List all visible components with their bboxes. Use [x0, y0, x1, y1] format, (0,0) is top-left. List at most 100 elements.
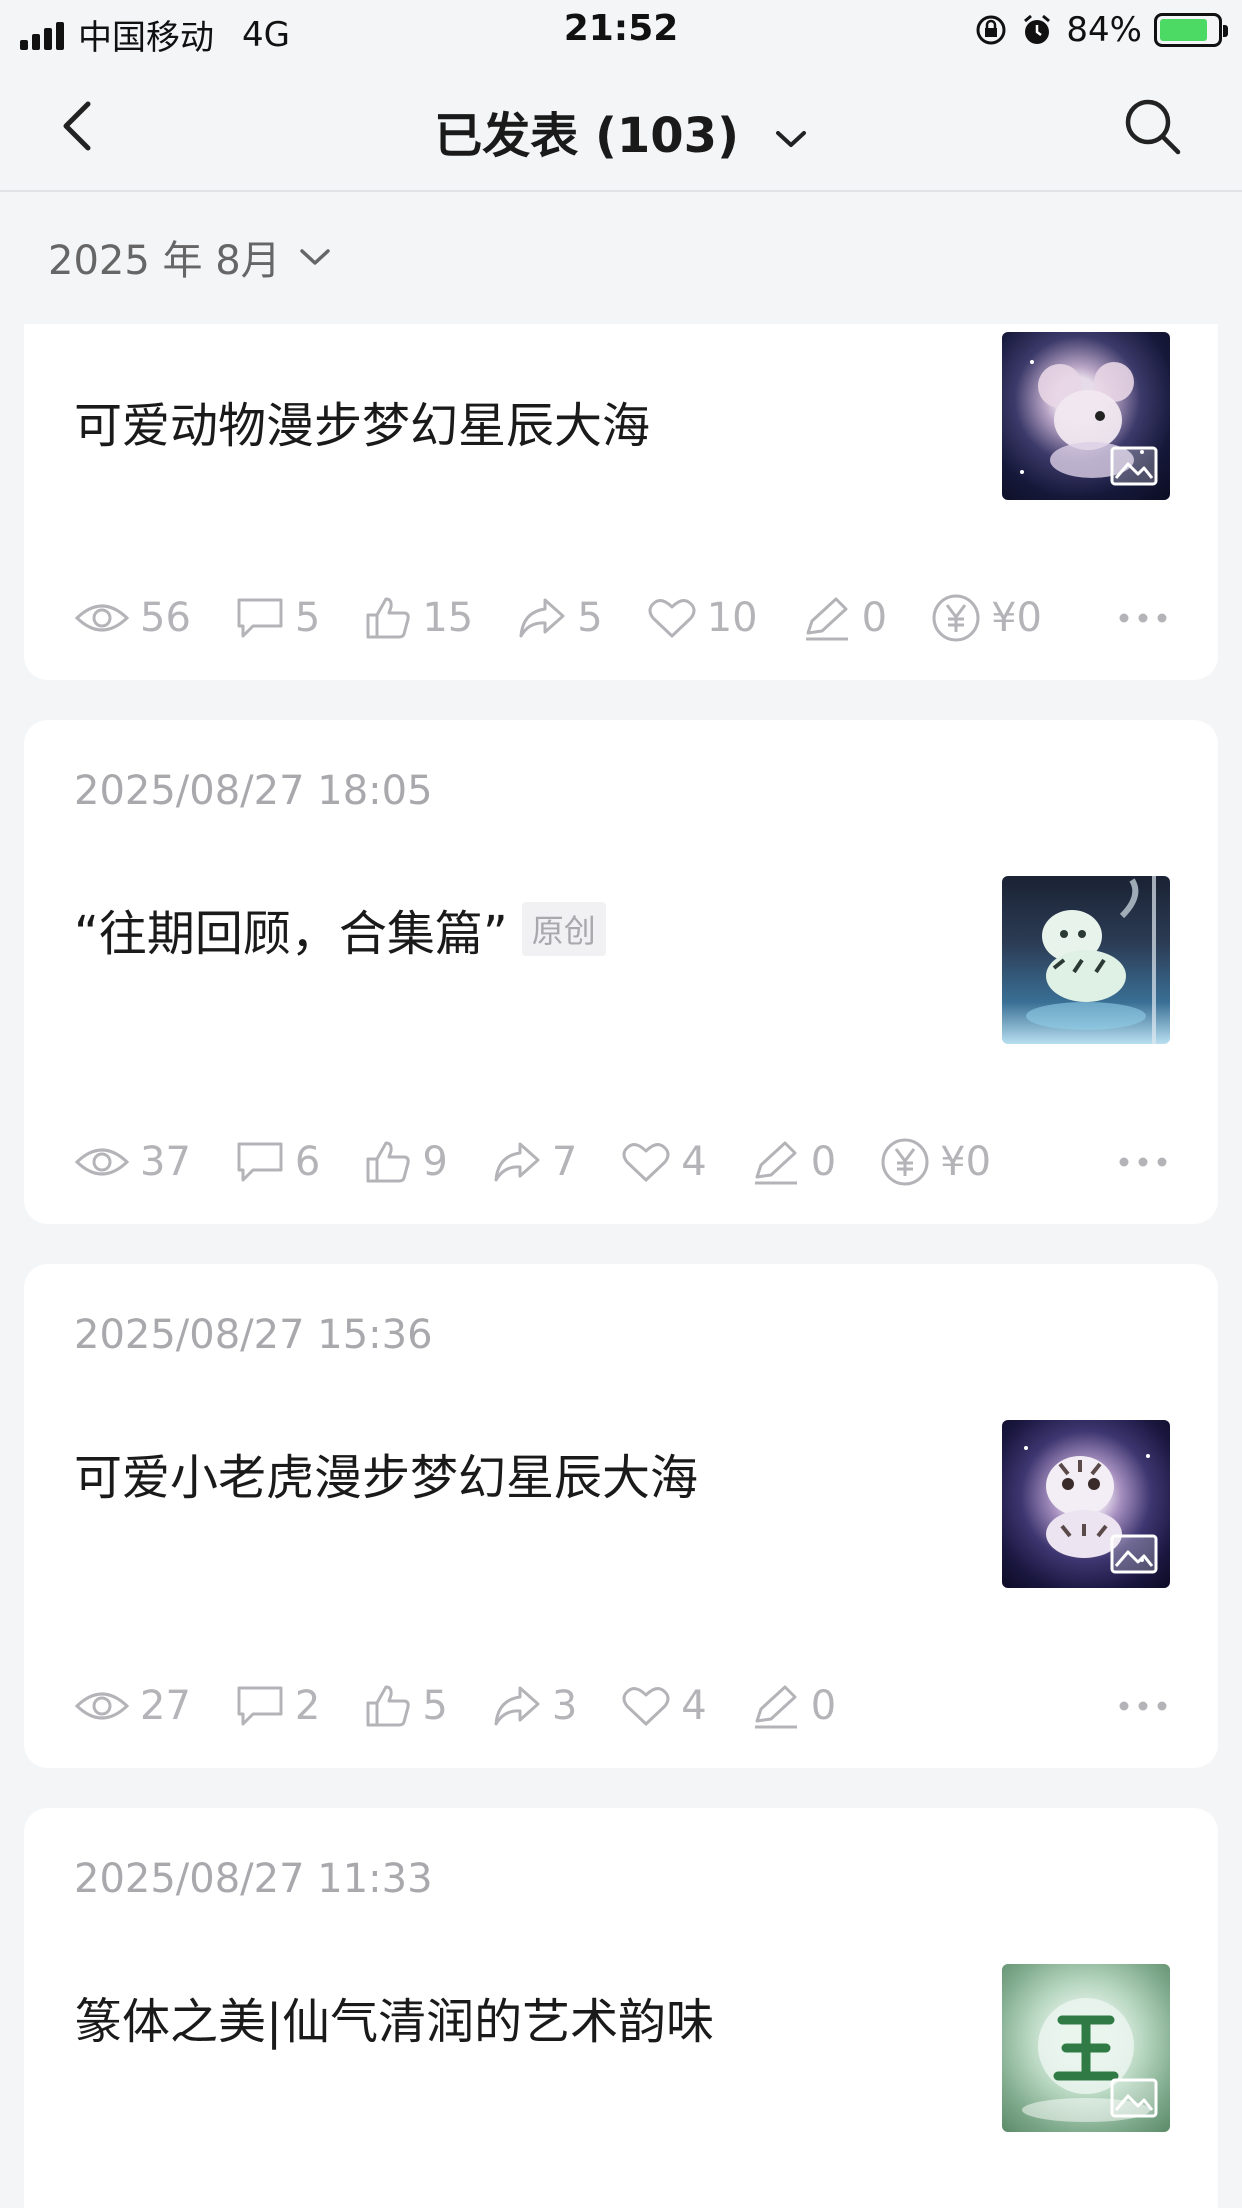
views-stat: 37 — [74, 1139, 191, 1185]
image-badge-icon — [1110, 2078, 1158, 2118]
yuan-coin-icon — [931, 593, 981, 643]
views-stat: 56 — [74, 595, 191, 641]
edits-stat[interactable]: 0 — [802, 595, 887, 641]
likes-stat[interactable]: 9 — [364, 1139, 448, 1185]
likes-stat[interactable]: 15 — [364, 595, 473, 641]
edits-stat[interactable]: 0 — [751, 1139, 836, 1185]
tiger-illustration — [1026, 876, 1156, 1044]
chevron-down-icon — [299, 249, 330, 265]
edits-stat[interactable]: 0 — [751, 1683, 836, 1729]
earnings-amount: ¥0 — [940, 1139, 992, 1185]
likes-count: 9 — [422, 1139, 448, 1185]
article-card[interactable]: 2025/08/27 15:36 可爱小老虎漫步梦幻星辰大海 27 2 5 3 … — [24, 1264, 1218, 1768]
favorites-count: 4 — [681, 1139, 707, 1185]
comments-count: 6 — [294, 1139, 321, 1185]
heart-icon — [621, 1140, 671, 1184]
image-badge-icon — [1110, 1534, 1158, 1574]
edits-count: 0 — [810, 1139, 837, 1185]
article-stats: 56 5 15 5 10 0 ¥0 — [74, 588, 1168, 648]
shares-stat[interactable]: 5 — [517, 595, 603, 641]
views-count: 37 — [140, 1139, 191, 1185]
pen-icon — [751, 1683, 801, 1729]
rotation-lock-icon — [976, 15, 1006, 45]
battery-percent: 84% — [1066, 10, 1142, 50]
shares-stat[interactable]: 3 — [492, 1683, 577, 1729]
eye-icon — [74, 1142, 130, 1182]
article-thumbnail[interactable] — [1002, 332, 1170, 500]
comments-stat[interactable]: 2 — [235, 1683, 320, 1729]
share-icon — [517, 596, 567, 640]
article-title[interactable]: 可爱动物漫步梦幻星辰大海 — [74, 386, 650, 456]
views-stat: 27 — [74, 1683, 191, 1729]
article-date: 2025/08/27 18:05 — [74, 768, 433, 814]
comments-stat[interactable]: 5 — [235, 595, 320, 641]
views-count: 27 — [140, 1683, 191, 1729]
pen-icon — [802, 595, 852, 641]
more-icon[interactable] — [1118, 1700, 1168, 1712]
article-thumbnail[interactable] — [1002, 1420, 1170, 1588]
shares-count: 5 — [577, 595, 603, 641]
chevron-down-icon — [775, 131, 806, 147]
comment-icon — [235, 596, 285, 640]
article-title-text: 篆体之美|仙气清润的艺术韵味 — [74, 1994, 715, 2050]
comments-stat[interactable]: 6 — [235, 1139, 320, 1185]
comment-icon — [235, 1140, 285, 1184]
more-icon[interactable] — [1118, 612, 1168, 624]
article-stats: 37 6 9 7 4 0 ¥0 — [74, 1132, 1168, 1192]
yuan-coin-icon — [880, 1137, 930, 1187]
earnings-stat[interactable]: ¥0 — [880, 1137, 991, 1187]
nav-title-text: 已发表 (103) — [434, 108, 740, 164]
comments-count: 5 — [294, 595, 321, 641]
comment-icon — [235, 1684, 285, 1728]
edits-count: 0 — [810, 1683, 837, 1729]
favorites-count: 4 — [681, 1683, 707, 1729]
thumbs-up-icon — [364, 1683, 412, 1729]
shares-stat[interactable]: 7 — [492, 1139, 577, 1185]
edits-count: 0 — [861, 595, 888, 641]
nav-bar: 已发表 (103) — [0, 62, 1242, 192]
eye-icon — [74, 1686, 130, 1726]
article-card[interactable]: 可爱动物漫步梦幻星辰大海 56 5 15 5 10 0 ¥0 — [24, 324, 1218, 680]
pen-icon — [751, 1139, 801, 1185]
article-title[interactable]: 篆体之美|仙气清润的艺术韵味 — [74, 1982, 714, 2052]
article-card[interactable]: 2025/08/27 18:05 “往期回顾，合集篇” 原创 37 6 9 7 … — [24, 720, 1218, 1224]
favorites-stat[interactable]: 10 — [647, 595, 758, 641]
article-title[interactable]: “往期回顾，合集篇” 原创 — [74, 894, 606, 964]
earnings-amount: ¥0 — [991, 595, 1042, 641]
article-title[interactable]: 可爱小老虎漫步梦幻星辰大海 — [74, 1438, 698, 1508]
article-date: 2025/08/27 11:33 — [74, 1856, 433, 1902]
favorites-stat[interactable]: 4 — [621, 1139, 707, 1185]
favorites-count: 10 — [706, 595, 758, 641]
likes-stat[interactable]: 5 — [364, 1683, 448, 1729]
article-stats: 27 2 5 3 4 0 — [74, 1676, 1168, 1736]
earnings-stat[interactable]: ¥0 — [931, 593, 1042, 643]
status-bar: 中国移动 4G 21:52 84% — [0, 0, 1242, 62]
article-title-text: 可爱小老虎漫步梦幻星辰大海 — [74, 1450, 699, 1506]
image-badge-icon — [1110, 446, 1158, 486]
shares-count: 7 — [551, 1139, 578, 1185]
more-icon[interactable] — [1118, 1156, 1168, 1168]
article-thumbnail[interactable] — [1002, 1964, 1170, 2132]
article-title-text: “往期回顾，合集篇” — [74, 906, 508, 962]
original-tag: 原创 — [521, 902, 606, 956]
month-label: 2025 年 8月 — [48, 238, 281, 284]
comments-count: 2 — [294, 1683, 321, 1729]
article-date: 2025/08/27 15:36 — [74, 1312, 433, 1358]
nav-title[interactable]: 已发表 (103) — [0, 96, 1242, 166]
heart-icon — [647, 596, 697, 640]
likes-count: 15 — [422, 595, 474, 641]
share-icon — [492, 1140, 542, 1184]
month-filter[interactable]: 2025 年 8月 — [48, 228, 331, 286]
thumbs-up-icon — [364, 595, 412, 641]
likes-count: 5 — [422, 1683, 448, 1729]
article-title-text: 可爱动物漫步梦幻星辰大海 — [74, 398, 651, 454]
article-card[interactable]: 2025/08/27 11:33 篆体之美|仙气清润的艺术韵味 — [24, 1808, 1218, 2208]
favorites-stat[interactable]: 4 — [621, 1683, 707, 1729]
status-right: 84% — [974, 10, 1228, 50]
heart-icon — [621, 1684, 671, 1728]
search-icon[interactable] — [1120, 94, 1184, 158]
share-icon — [492, 1684, 542, 1728]
article-thumbnail[interactable] — [1002, 876, 1170, 1044]
battery-icon — [1154, 13, 1228, 47]
thumbs-up-icon — [364, 1139, 412, 1185]
